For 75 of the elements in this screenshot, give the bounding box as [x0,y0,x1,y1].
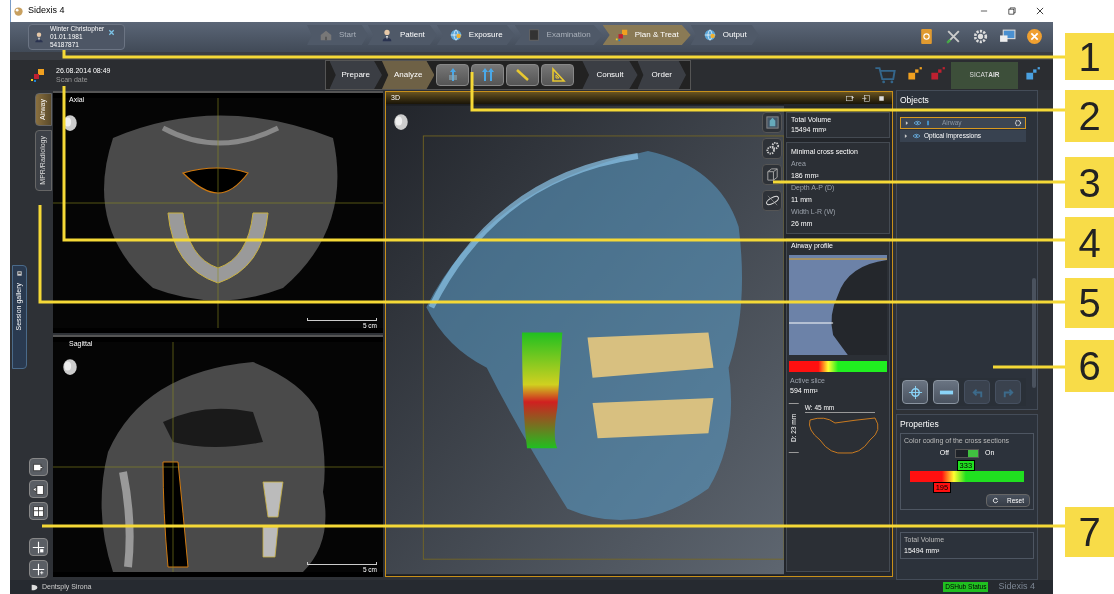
callout-number: 6 [1065,340,1114,392]
globe-icon [702,28,717,42]
head-orientation-icon [61,357,79,377]
export-icon [861,93,871,103]
reset-icon [992,497,999,505]
triangle-ruler-icon [549,67,566,83]
view-tool-button[interactable] [762,138,782,159]
toggle-switch[interactable] [954,448,979,458]
workflow-tab[interactable]: Plan & Treat [602,25,691,45]
scan-blocks-icon [30,67,46,83]
eye-icon [912,131,921,140]
layout-button[interactable] [29,502,48,520]
ruler-icon [514,67,531,83]
view-tool-button[interactable] [762,190,782,211]
globe-icon [448,28,463,42]
step-tab[interactable]: Analyze [381,61,435,89]
leader-line [993,365,1065,369]
callout-number: 4 [1065,217,1114,268]
layout-button[interactable] [29,480,48,498]
layout-button[interactable] [29,560,48,578]
tool-button[interactable] [506,64,540,86]
crosshair-layout-icon [32,540,45,554]
arrows-icon [479,67,496,83]
settings-icon [1014,118,1022,127]
tools-icon [945,28,962,45]
close-icon [1026,28,1043,45]
callout-number: 5 [1065,278,1114,328]
blocks-icon [614,28,629,42]
window-title: Sidexis 4 [28,4,65,18]
head-orientation-icon [392,112,410,132]
box-icon [764,167,780,182]
callout-number: 7 [1065,507,1114,557]
close-icon [1035,6,1045,16]
object-tool-button[interactable] [902,380,928,404]
layout-button[interactable] [29,458,48,476]
brand-logo-icon [30,582,39,592]
view-tool-button[interactable] [762,164,782,185]
panel-title: Objects [900,94,930,107]
step-tab[interactable]: Consult [582,61,638,89]
callout-number: 3 [1065,157,1114,208]
workflow-tab[interactable]: Patient [367,25,437,45]
volume-icon [764,115,780,130]
document-export-icon [32,482,45,496]
home-icon [319,28,333,42]
view-tool-button[interactable] [762,112,782,133]
callout-number: 2 [1065,90,1114,142]
tool-button[interactable] [471,64,505,86]
panel-title: Properties [900,418,940,431]
close-icon [108,29,116,36]
eye-icon [913,118,922,127]
callout-number: 1 [1065,33,1114,80]
workflow-tab[interactable]: Output [690,25,759,45]
product-name: Sidexis 4 [998,580,1035,594]
crosshair-layout-icon [32,562,45,576]
step-tab[interactable]: Prepare [329,61,382,89]
book-icon [918,27,935,46]
gallery-icon [16,270,23,277]
step-tab[interactable]: Order [637,61,686,89]
gears-icon [764,141,780,156]
cart-icon [874,64,896,86]
workflow-tab[interactable]: Exposure [436,25,515,45]
restore-icon [1007,6,1017,16]
tool-button[interactable] [541,64,575,86]
ellipse-plane-icon [764,193,780,208]
app-logo-icon [13,5,24,17]
tool-button[interactable] [436,64,470,86]
layout-button[interactable] [29,538,48,556]
maximize-icon [877,93,886,103]
screenshot-icon [845,93,855,103]
settings-icon [972,28,989,45]
document-icon [526,28,541,42]
monitor-icon [999,28,1016,45]
layout-icon [32,504,45,518]
object-tool-button[interactable] [933,380,959,404]
crosshair-icon [907,384,923,400]
